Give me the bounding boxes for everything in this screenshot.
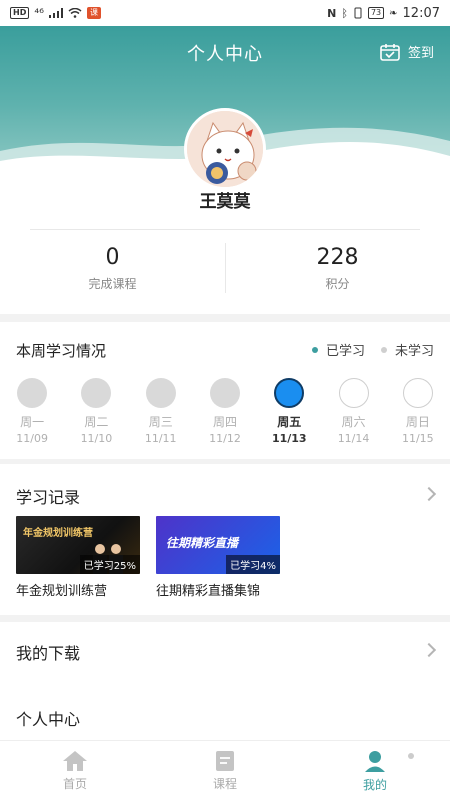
stat-completed-courses[interactable]: 0 完成课程 xyxy=(0,244,225,292)
day-tue[interactable]: 周二 11/10 xyxy=(64,378,128,445)
day-circle xyxy=(209,378,240,408)
weekly-study-card: 本周学习情况 已学习 未学习 周一 11/09 周二 11/10 周三 11/1… xyxy=(0,322,450,459)
weekly-title: 本周学习情况 xyxy=(16,342,107,360)
day-date: 11/10 xyxy=(80,432,113,445)
leaf-icon: ❧ xyxy=(389,7,398,19)
weekly-legend: 已学习 未学习 xyxy=(311,340,434,359)
chevron-right-icon xyxy=(421,642,437,658)
battery-level: 73 xyxy=(367,7,385,19)
app-notification-icon: 课 xyxy=(86,7,101,19)
course-card[interactable]: 往期精彩直播 已学习4% 往期精彩直播集锦 xyxy=(156,516,280,599)
day-date: 11/11 xyxy=(144,432,177,445)
thumbnail-title: 往期精彩直播 xyxy=(166,536,239,550)
day-thu[interactable]: 周四 11/12 xyxy=(193,378,257,445)
stat-value: 228 xyxy=(316,245,359,270)
signal-icon xyxy=(48,8,63,18)
thumbnail-title: 年金规划训练营 xyxy=(23,528,93,539)
stat-value: 0 xyxy=(105,245,120,270)
day-date: 11/13 xyxy=(271,432,307,445)
day-date: 11/09 xyxy=(16,432,48,445)
tab-courses[interactable]: 课程 xyxy=(150,741,300,800)
legend-not-studied: 未学习 xyxy=(380,340,434,359)
menu-label: 我的下载 xyxy=(16,644,81,663)
day-circle xyxy=(338,378,369,408)
day-circle xyxy=(402,378,433,408)
signin-button[interactable]: 签到 xyxy=(380,42,434,61)
signin-label: 签到 xyxy=(407,46,434,61)
day-name: 周六 xyxy=(341,415,366,429)
username: 王莫莫 xyxy=(199,192,251,212)
day-name: 周日 xyxy=(405,415,430,429)
menu-item-personal-center[interactable]: 个人中心 xyxy=(0,688,450,744)
day-wed[interactable]: 周三 11/11 xyxy=(129,378,193,445)
day-name: 周一 xyxy=(20,415,45,429)
menu-list: 我的下载 个人中心 xyxy=(0,622,450,740)
course-title: 往期精彩直播集锦 xyxy=(156,584,261,599)
day-circle xyxy=(145,378,176,408)
day-mon[interactable]: 周一 11/09 xyxy=(0,378,64,445)
bluetooth-icon: ᛒ xyxy=(341,6,348,20)
legend-label: 未学习 xyxy=(394,344,434,359)
tab-home[interactable]: 首页 xyxy=(0,741,150,800)
day-circle-today xyxy=(274,378,305,408)
calendar-check-icon xyxy=(380,43,400,61)
day-name: 周三 xyxy=(148,415,173,429)
bottom-tab-bar: 首页 课程 我的 xyxy=(0,740,450,800)
chevron-right-icon[interactable] xyxy=(421,486,437,502)
day-circle xyxy=(17,378,48,408)
nfc-icon: N xyxy=(327,6,337,20)
signal-label: ⁴⁶ xyxy=(34,6,44,20)
day-name: 周五 xyxy=(277,415,302,429)
stat-label: 完成课程 xyxy=(88,277,137,291)
stat-points[interactable]: 228 积分 xyxy=(225,244,450,292)
records-list: 年金规划训练营 已学习25% 年金规划训练营 往期精彩直播 已学习4% 往期精彩… xyxy=(16,516,280,599)
tab-label: 我的 xyxy=(362,777,387,792)
day-sun[interactable]: 周日 11/15 xyxy=(386,378,450,445)
course-icon xyxy=(216,750,234,771)
status-bar: HD ⁴⁶ 课 N ᛒ 73 ❧ 12:07 xyxy=(0,0,450,26)
divider xyxy=(30,229,420,230)
profile-card: 王莫莫 0 完成课程 228 积分 xyxy=(0,171,450,314)
status-right: N ᛒ 73 ❧ 12:07 xyxy=(327,6,440,21)
tab-mine[interactable]: 我的 xyxy=(300,741,450,800)
hd-indicator: HD xyxy=(10,7,30,19)
profile-icon xyxy=(365,750,385,772)
day-name: 周二 xyxy=(84,415,109,429)
course-title: 年金规划训练营 xyxy=(16,584,108,599)
home-icon xyxy=(63,750,87,771)
progress-badge: 已学习4% xyxy=(226,555,280,574)
day-name: 周四 xyxy=(212,415,237,429)
course-thumbnail: 往期精彩直播 已学习4% xyxy=(156,516,280,574)
not-studied-dot-icon xyxy=(380,346,387,353)
week-days: 周一 11/09 周二 11/10 周三 11/11 周四 11/12 周五 1… xyxy=(0,378,450,445)
day-date: 11/14 xyxy=(337,432,370,445)
status-left: HD ⁴⁶ 课 xyxy=(10,6,101,20)
day-sat[interactable]: 周六 11/14 xyxy=(322,378,386,445)
day-date: 11/15 xyxy=(401,432,434,445)
vibrate-icon xyxy=(354,7,362,19)
study-records-section: 学习记录 年金规划训练营 已学习25% 年金规划训练营 往期精彩直播 已学习4%… xyxy=(0,464,450,615)
day-circle xyxy=(81,378,112,408)
tab-label: 课程 xyxy=(212,776,237,791)
course-card[interactable]: 年金规划训练营 已学习25% 年金规划训练营 xyxy=(16,516,140,599)
progress-badge: 已学习25% xyxy=(79,555,140,574)
day-date: 11/12 xyxy=(209,432,241,445)
legend-studied: 已学习 xyxy=(311,340,365,359)
tab-label: 首页 xyxy=(62,776,87,791)
menu-label: 个人中心 xyxy=(16,710,81,729)
wifi-icon xyxy=(68,8,82,18)
notification-dot-icon xyxy=(408,753,414,759)
clock: 12:07 xyxy=(402,5,440,21)
legend-label: 已学习 xyxy=(325,344,365,359)
day-fri[interactable]: 周五 11/13 xyxy=(257,378,321,445)
studied-dot-icon xyxy=(311,346,318,353)
records-title[interactable]: 学习记录 xyxy=(16,484,80,508)
menu-item-downloads[interactable]: 我的下载 xyxy=(0,622,450,678)
course-thumbnail: 年金规划训练营 已学习25% xyxy=(16,516,140,574)
stat-label: 积分 xyxy=(325,277,350,291)
avatar[interactable] xyxy=(184,108,266,190)
